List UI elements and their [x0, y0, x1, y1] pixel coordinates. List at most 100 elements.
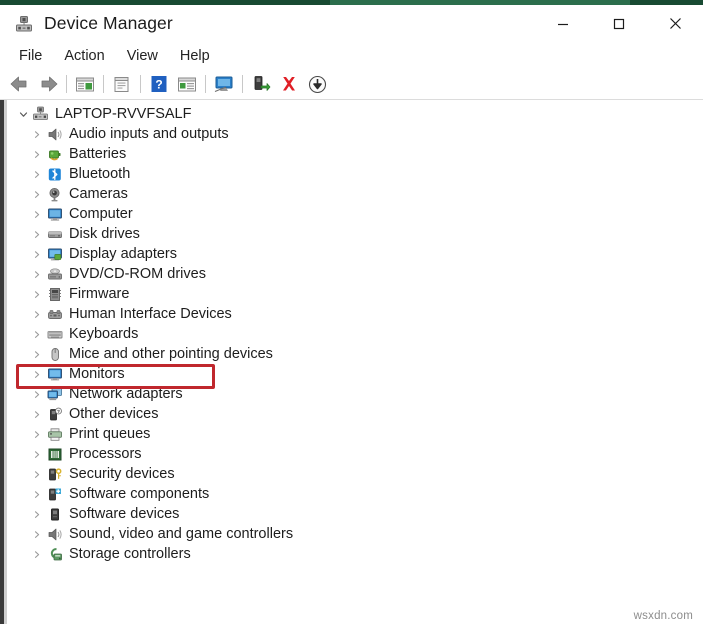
tree-item-processors[interactable]: Processors — [7, 444, 703, 464]
back-arrow-icon — [9, 75, 31, 93]
keyboard-icon — [45, 325, 64, 343]
menu-help[interactable]: Help — [169, 45, 221, 67]
bluetooth-icon — [45, 165, 64, 183]
tree-item-label: Display adapters — [69, 247, 177, 262]
tree-item-label: Mice and other pointing devices — [69, 347, 273, 362]
tree-item-label: Disk drives — [69, 227, 140, 242]
chevron-right-icon[interactable] — [29, 144, 45, 164]
toolbar-separator — [66, 75, 67, 93]
toolbar: ? — [0, 69, 703, 100]
window-title: Device Manager — [44, 13, 173, 34]
toolbar-separator — [242, 75, 243, 93]
tree-item-monitors[interactable]: Monitors — [7, 364, 703, 384]
chevron-right-icon[interactable] — [29, 544, 45, 564]
help-icon: ? — [150, 75, 168, 93]
help-button[interactable]: ? — [145, 71, 173, 97]
chevron-right-icon[interactable] — [29, 244, 45, 264]
menu-view[interactable]: View — [116, 45, 169, 67]
chevron-right-icon[interactable] — [29, 344, 45, 364]
tree-item-mice-and-other-pointing-devices[interactable]: Mice and other pointing devices — [7, 344, 703, 364]
dvd-drive-icon — [45, 265, 64, 283]
tree-item-label: Firmware — [69, 287, 129, 302]
printer-icon — [45, 425, 64, 443]
tree-item-network-adapters[interactable]: Network adapters — [7, 384, 703, 404]
view-details-icon — [177, 76, 197, 93]
tree-item-label: Keyboards — [69, 327, 138, 342]
maximize-button[interactable] — [591, 5, 647, 42]
display-adapter-icon — [45, 245, 64, 263]
chevron-right-icon[interactable] — [29, 504, 45, 524]
chevron-right-icon[interactable] — [29, 484, 45, 504]
device-manager-icon — [13, 13, 35, 35]
tree-item-computer[interactable]: Computer — [7, 204, 703, 224]
chevron-right-icon[interactable] — [29, 284, 45, 304]
tree-item-dvd-cdrom-drives[interactable]: DVD/CD-ROM drives — [7, 264, 703, 284]
sound-controller-icon — [45, 525, 64, 543]
uninstall-device-button[interactable] — [275, 71, 303, 97]
tree-item-label: Security devices — [69, 467, 175, 482]
network-adapter-icon — [45, 385, 64, 403]
tree-item-firmware[interactable]: Firmware — [7, 284, 703, 304]
chevron-right-icon[interactable] — [29, 124, 45, 144]
back-button[interactable] — [6, 71, 34, 97]
show-hide-console-tree-button[interactable] — [71, 71, 99, 97]
tree-root-node[interactable]: LAPTOP-RVVFSALF — [7, 104, 703, 124]
chevron-right-icon[interactable] — [29, 304, 45, 324]
tree-item-human-interface-devices[interactable]: Human Interface Devices — [7, 304, 703, 324]
tree-item-bluetooth[interactable]: Bluetooth — [7, 164, 703, 184]
chevron-right-icon[interactable] — [29, 464, 45, 484]
tree-item-software-devices[interactable]: Software devices — [7, 504, 703, 524]
chevron-right-icon[interactable] — [29, 444, 45, 464]
chevron-right-icon[interactable] — [29, 364, 45, 384]
chevron-right-icon[interactable] — [29, 204, 45, 224]
chevron-right-icon[interactable] — [29, 184, 45, 204]
tree-item-other-devices[interactable]: ? Other devices — [7, 404, 703, 424]
tree-item-security-devices[interactable]: Security devices — [7, 464, 703, 484]
tree-item-label: Batteries — [69, 147, 126, 162]
toolbar-separator — [205, 75, 206, 93]
chevron-right-icon[interactable] — [29, 324, 45, 344]
show-hide-console-tree-icon — [75, 76, 95, 93]
chevron-down-icon[interactable] — [15, 104, 31, 124]
tree-item-cameras[interactable]: Cameras — [7, 184, 703, 204]
tree-item-label: Software components — [69, 487, 209, 502]
window-controls — [535, 5, 703, 42]
tree-item-sound-video-and-game-controllers[interactable]: Sound, video and game controllers — [7, 524, 703, 544]
monitor-icon — [45, 365, 64, 383]
computer-root-icon — [31, 105, 50, 123]
update-driver-button[interactable] — [247, 71, 275, 97]
scan-hardware-changes-button[interactable] — [210, 71, 238, 97]
tree-item-storage-controllers[interactable]: Storage controllers — [7, 544, 703, 564]
tree-item-display-adapters[interactable]: Display adapters — [7, 244, 703, 264]
minimize-button[interactable] — [535, 5, 591, 42]
properties-button[interactable] — [108, 71, 136, 97]
tree-item-keyboards[interactable]: Keyboards — [7, 324, 703, 344]
close-button[interactable] — [647, 5, 703, 42]
close-icon — [669, 17, 682, 30]
forward-button[interactable] — [34, 71, 62, 97]
security-device-icon — [45, 465, 64, 483]
chevron-right-icon[interactable] — [29, 404, 45, 424]
tree-item-print-queues[interactable]: Print queues — [7, 424, 703, 444]
tree-item-audio-inputs-and-outputs[interactable]: Audio inputs and outputs — [7, 124, 703, 144]
chevron-right-icon[interactable] — [29, 524, 45, 544]
tree-item-batteries[interactable]: Batteries — [7, 144, 703, 164]
chevron-right-icon[interactable] — [29, 424, 45, 444]
tree-item-label: Software devices — [69, 507, 179, 522]
tree-item-disk-drives[interactable]: Disk drives — [7, 224, 703, 244]
chevron-right-icon[interactable] — [29, 384, 45, 404]
chevron-right-icon[interactable] — [29, 264, 45, 284]
hid-icon — [45, 305, 64, 323]
update-driver-icon — [251, 75, 271, 93]
chevron-right-icon[interactable] — [29, 164, 45, 184]
tree-item-software-components[interactable]: Software components — [7, 484, 703, 504]
disable-device-button[interactable] — [303, 71, 331, 97]
tree-item-label: Audio inputs and outputs — [69, 127, 229, 142]
processor-icon — [45, 445, 64, 463]
chevron-right-icon[interactable] — [29, 224, 45, 244]
tree-item-label: Network adapters — [69, 387, 183, 402]
toolbar-separator — [140, 75, 141, 93]
menu-action[interactable]: Action — [53, 45, 115, 67]
menu-file[interactable]: File — [8, 45, 53, 67]
view-details-button[interactable] — [173, 71, 201, 97]
